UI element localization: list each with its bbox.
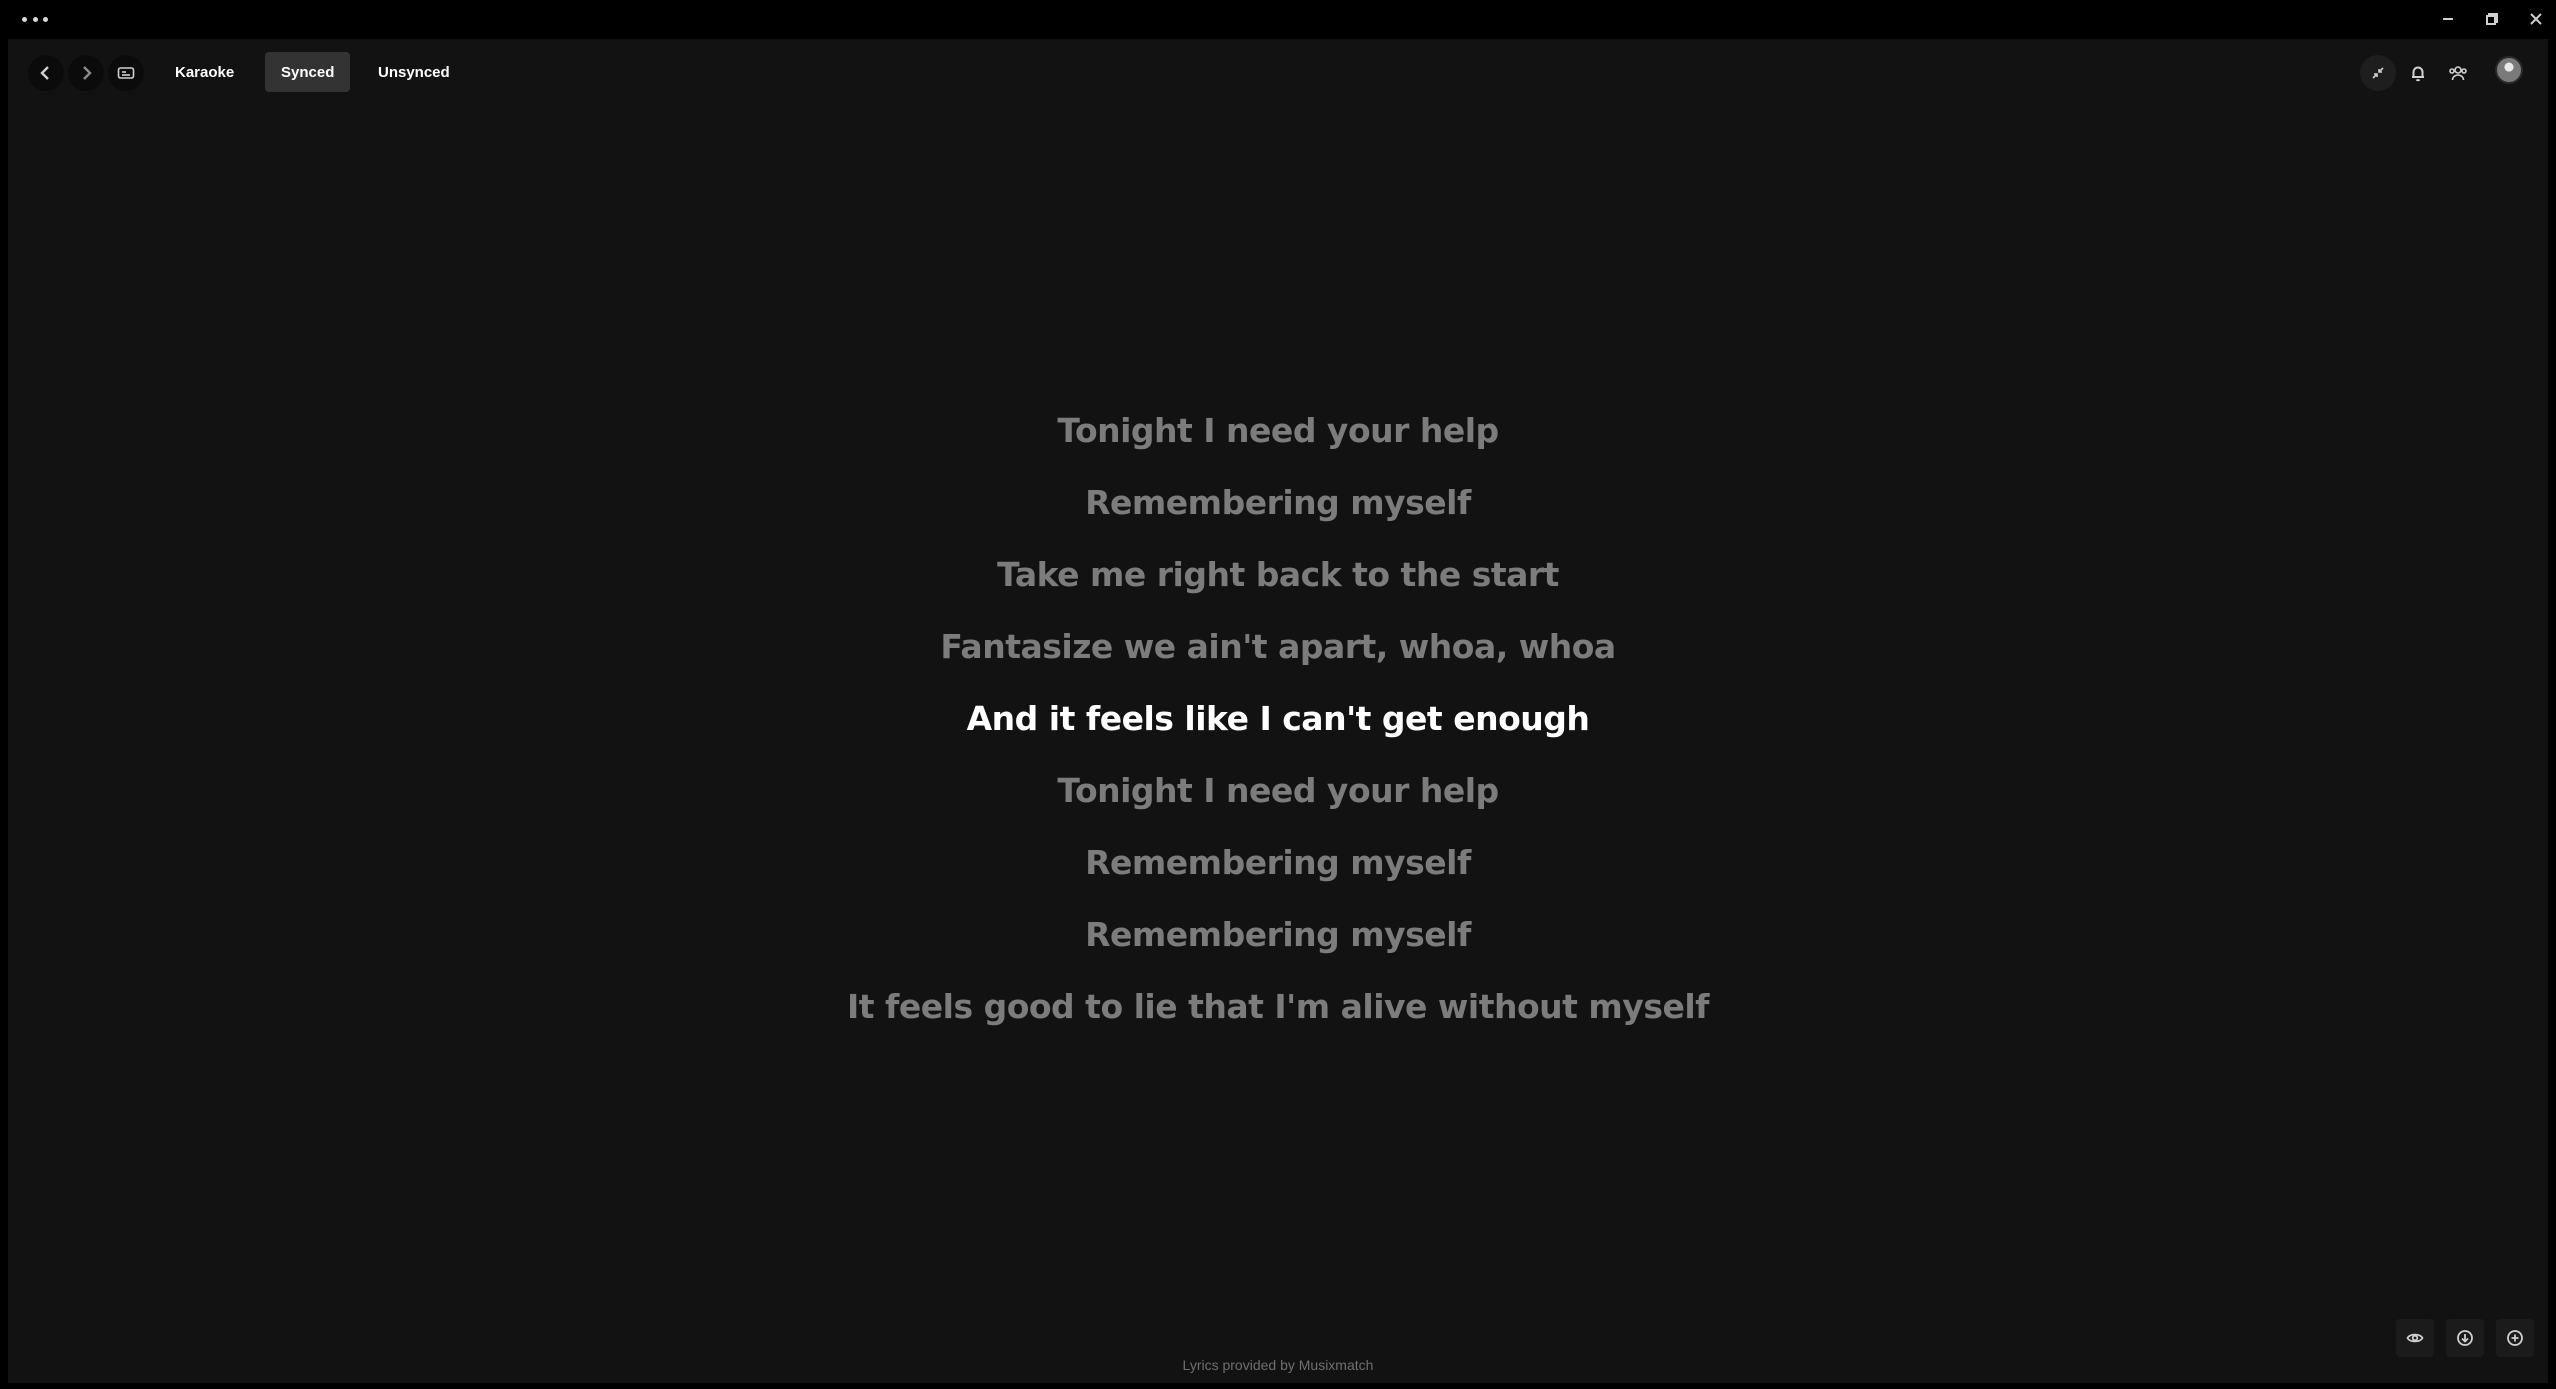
collapse-icon (2372, 67, 2384, 79)
lyrics-view: Karaoke Synced Unsynced Tonight I need y… (8, 39, 2548, 1383)
tab-synced[interactable]: Synced (265, 52, 351, 92)
lyric-line[interactable]: It feels good to lie that I'm alive with… (847, 970, 1710, 1042)
bell-icon (2412, 66, 2424, 82)
back-button[interactable] (28, 55, 64, 91)
lyric-line[interactable]: Remembering myself (1085, 466, 1471, 538)
friends-icon (2449, 66, 2467, 81)
lyric-line[interactable]: Remembering myself (1085, 898, 1471, 970)
add-button[interactable] (2496, 1319, 2534, 1357)
minimize-button[interactable] (2428, 4, 2468, 34)
lyric-line[interactable]: Fantasize we ain't apart, whoa, whoa (940, 610, 1616, 682)
close-button[interactable] (2516, 4, 2556, 34)
window-titlebar (0, 0, 2556, 39)
avatar[interactable] (2495, 56, 2523, 84)
lyrics-controls (2396, 1319, 2534, 1357)
toggle-visibility-button[interactable] (2396, 1319, 2434, 1357)
download-button[interactable] (2446, 1319, 2484, 1357)
lyric-line[interactable]: Take me right back to the start (997, 538, 1559, 610)
lyric-line-active[interactable]: And it feels like I can't get enough (967, 682, 1590, 754)
friend-activity-button[interactable] (2440, 55, 2476, 91)
notifications-button[interactable] (2400, 55, 2436, 91)
download-icon (2457, 1330, 2473, 1346)
more-dots-icon[interactable] (22, 8, 48, 30)
lyrics-credit: Lyrics provided by Musixmatch (1182, 1357, 1374, 1373)
lyric-line[interactable]: Tonight I need your help (1057, 754, 1499, 826)
eye-icon (2406, 1333, 2424, 1343)
collapse-button[interactable] (2360, 55, 2396, 91)
lyrics-list: Tonight I need your help Remembering mys… (8, 394, 2548, 1042)
tab-unsynced[interactable]: Unsynced (362, 52, 466, 92)
forward-button[interactable] (68, 55, 104, 91)
lyric-line[interactable]: Remembering myself (1085, 826, 1471, 898)
add-icon (2507, 1330, 2523, 1346)
close-icon (2530, 13, 2542, 25)
restore-icon (2486, 13, 2498, 25)
chevron-left-icon (40, 66, 49, 80)
restore-button[interactable] (2472, 4, 2512, 34)
lyric-line[interactable]: Tonight I need your help (1057, 394, 1499, 466)
lyrics-mode-button[interactable] (108, 55, 144, 91)
top-bar: Karaoke Synced Unsynced (8, 51, 2548, 97)
minimize-icon (2443, 18, 2453, 20)
tab-karaoke[interactable]: Karaoke (159, 52, 250, 92)
lyrics-card-icon (117, 67, 135, 79)
chevron-right-icon (83, 66, 92, 80)
